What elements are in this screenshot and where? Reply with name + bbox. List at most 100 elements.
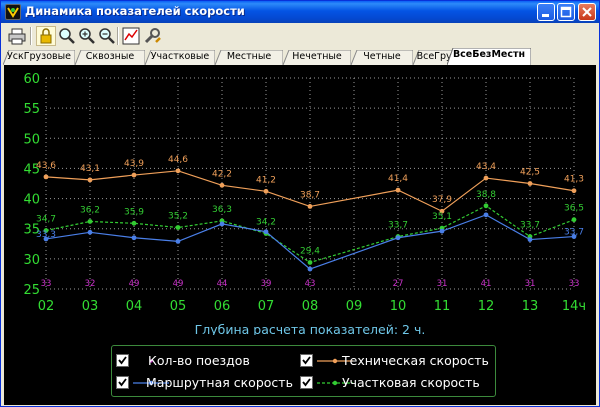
legend-checkbox[interactable] — [116, 376, 129, 389]
x-tick-label: 02 — [38, 299, 55, 314]
data-label: 35,1 — [432, 212, 452, 222]
data-point — [439, 228, 445, 234]
data-label: 33,7 — [520, 221, 540, 231]
data-label: 41,4 — [388, 174, 408, 184]
x-tick-label: 14ч — [562, 299, 586, 314]
tab-vsebezmestn[interactable]: ВсеБезМестн — [447, 48, 531, 65]
close-button[interactable] — [578, 3, 596, 21]
settings-icon[interactable] — [143, 26, 163, 46]
train-count-label: 32 — [85, 279, 96, 289]
data-label: 43,6 — [36, 161, 56, 171]
x-axis-label: Глубина расчета показателей: 2 ч. — [195, 322, 426, 335]
tab-mestnye[interactable]: Местные — [215, 50, 283, 65]
data-point — [87, 229, 93, 235]
x-tick-label: 13 — [522, 299, 539, 314]
data-label: 37,9 — [432, 195, 452, 205]
x-tick-label: 10 — [390, 299, 407, 314]
print-icon[interactable] — [7, 26, 27, 46]
legend-item-technical[interactable]: Техническая скорость — [300, 353, 490, 369]
y-tick-label: 40 — [23, 193, 40, 208]
app-icon — [5, 4, 21, 20]
data-label: 41,2 — [256, 175, 276, 185]
data-point — [483, 212, 489, 218]
tab-uskgruzovye[interactable]: УскГрузовые — [3, 50, 75, 65]
data-point — [307, 204, 313, 209]
train-count-label: 33 — [41, 279, 52, 289]
data-label: 44,6 — [168, 155, 188, 165]
toolbar-separator — [30, 27, 32, 45]
data-label: 36,3 — [212, 205, 232, 215]
data-point — [263, 188, 269, 194]
x-tick-label: 12 — [478, 299, 495, 314]
data-label: 35,2 — [168, 212, 188, 222]
train-count-label: 31 — [437, 279, 448, 289]
data-point — [175, 168, 181, 174]
data-point — [483, 203, 489, 209]
data-label: 34,2 — [256, 218, 276, 228]
data-point — [395, 235, 401, 241]
legend-label: Техническая скорость — [342, 353, 489, 368]
train-count-label: 39 — [261, 279, 272, 289]
speed-chart: 25 30 35 40 45 50 55 60 02 03 04 05 06 07 08 09 10 11 12 13… — [4, 65, 596, 405]
data-point — [307, 260, 313, 265]
data-label: 41,3 — [564, 175, 584, 185]
train-count-label: 43 — [305, 279, 316, 289]
data-point — [131, 220, 137, 226]
title-bar[interactable]: Динамика показателей скорости — [1, 1, 599, 23]
tab-skvoznye[interactable]: Сквозные — [75, 50, 145, 65]
legend-item-trains[interactable]: Кол-во поездов — [116, 353, 296, 369]
x-tick-label: 09 — [346, 299, 363, 314]
zoom-in-icon[interactable] — [77, 26, 97, 46]
data-label: 38,7 — [300, 190, 320, 200]
data-point — [527, 181, 533, 186]
data-point — [527, 237, 533, 242]
data-point — [87, 219, 93, 224]
data-label: 43,9 — [124, 159, 144, 169]
y-tick-label: 60 — [23, 72, 40, 87]
train-count-label: 31 — [525, 279, 536, 289]
zoom-icon[interactable] — [57, 26, 77, 46]
zoom-out-icon[interactable] — [97, 26, 117, 46]
data-label: 35,9 — [124, 207, 144, 217]
y-tick-label: 50 — [23, 132, 40, 147]
x-tick-label: 07 — [258, 299, 275, 314]
legend-checkbox[interactable] — [300, 376, 313, 389]
data-point — [483, 175, 489, 181]
window-title: Динамика показателей скорости — [25, 4, 245, 18]
toolbar — [3, 25, 597, 47]
x-tick-label: 11 — [434, 299, 451, 314]
tab-uchastkovye[interactable]: Участковые — [145, 50, 215, 65]
data-point — [219, 182, 225, 188]
x-tick-label: 08 — [302, 299, 319, 314]
train-count-label: 49 — [129, 279, 140, 289]
data-point — [43, 174, 49, 180]
x-tick-label: 04 — [126, 299, 143, 314]
data-label: 36,2 — [80, 205, 100, 215]
chart-icon[interactable] — [121, 26, 141, 46]
legend-checkbox[interactable] — [116, 354, 129, 367]
tab-strip: УскГрузовые Сквозные Участковые Местные … — [1, 48, 599, 65]
lock-icon[interactable] — [36, 26, 56, 46]
data-point — [87, 177, 93, 183]
data-label: 36,5 — [564, 204, 584, 214]
y-tick-label: 25 — [23, 283, 40, 298]
x-tick-label: 06 — [214, 299, 231, 314]
data-label: 29,4 — [300, 246, 320, 256]
legend-item-route[interactable]: Маршрутная скорость — [116, 375, 296, 391]
data-point — [219, 221, 225, 227]
data-point — [175, 225, 181, 230]
legend-item-sectional[interactable]: Участковая скорость — [300, 375, 490, 391]
tab-nechetnye[interactable]: Нечетные — [283, 50, 351, 65]
legend-label: Кол-во поездов — [148, 353, 250, 368]
train-count-label: 33 — [569, 279, 580, 289]
data-label: 43,1 — [80, 164, 100, 174]
maximize-button[interactable] — [557, 3, 575, 21]
train-count-label: 41 — [481, 279, 492, 289]
tab-chetnye[interactable]: Четные — [351, 50, 413, 65]
data-label: 33,7 — [388, 221, 408, 231]
minimize-button[interactable] — [537, 3, 555, 21]
data-point — [395, 187, 401, 193]
data-label: 33,3 — [36, 230, 56, 240]
app-window: Динамика показателей скорости УскГрузовы… — [0, 0, 600, 407]
legend-checkbox[interactable] — [300, 354, 313, 367]
